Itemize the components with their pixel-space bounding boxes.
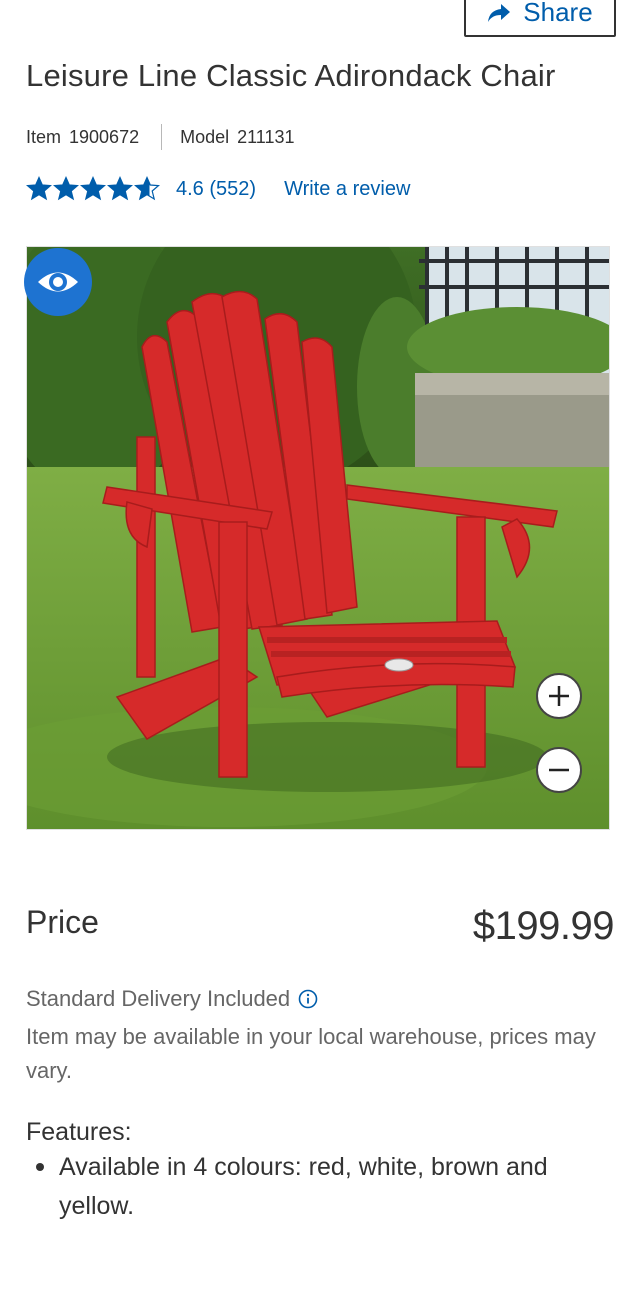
features-heading: Features:: [26, 1118, 132, 1146]
price-value: $199.99: [472, 904, 615, 948]
star-icon: [26, 176, 52, 201]
star-icon: [134, 176, 160, 201]
write-review-link[interactable]: Write a review: [284, 178, 410, 201]
share-arrow-icon: [488, 3, 511, 22]
feature-item: Available in 4 colours: red, white, brow…: [26, 1148, 606, 1226]
share-button[interactable]: Share: [464, 0, 616, 37]
zoom-in-button[interactable]: [536, 673, 582, 719]
product-title: Leisure Line Classic Adirondack Chair: [26, 58, 556, 93]
delivery-text: Standard Delivery Included: [26, 986, 291, 1011]
product-identifiers: Item 1900672 Model 211131: [26, 124, 295, 150]
eye-icon: [38, 272, 78, 292]
bullet-icon: [36, 1163, 44, 1171]
model-label: Model: [180, 126, 230, 147]
star-icon: [80, 176, 106, 201]
share-label: Share: [523, 0, 593, 27]
star-icon: [53, 176, 79, 201]
view-360-button[interactable]: [24, 248, 92, 316]
info-icon[interactable]: [298, 989, 318, 1009]
rating-row: 4.6 (552) Write a review: [26, 176, 410, 202]
star-icon: [107, 176, 133, 201]
zoom-out-button[interactable]: [536, 747, 582, 793]
item-number: 1900672: [69, 126, 140, 147]
product-image[interactable]: [26, 246, 610, 830]
minus-icon: [549, 768, 569, 772]
model-number: 211131: [237, 126, 295, 147]
divider: [161, 124, 163, 150]
item-label: Item: [26, 126, 62, 147]
star-rating[interactable]: [26, 176, 160, 202]
availability-note: Item may be available in your local ware…: [26, 1024, 596, 1083]
feature-text: Available in 4 colours: red, white, brow…: [59, 1153, 548, 1220]
features-list: Available in 4 colours: red, white, brow…: [26, 1148, 606, 1226]
price-label: Price: [26, 904, 99, 940]
delivery-info: Standard Delivery Included: [26, 986, 318, 1012]
plus-icon: [549, 686, 569, 706]
product-photo: [27, 247, 609, 829]
rating-score[interactable]: 4.6 (552): [176, 178, 256, 201]
